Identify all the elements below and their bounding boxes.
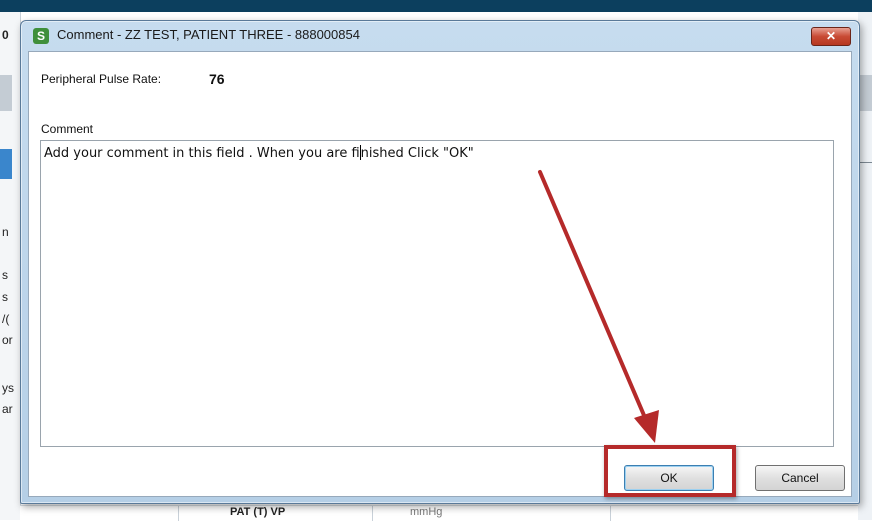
background-left-band [0,75,12,111]
background-fragment: /( [2,312,10,326]
background-cell-divider [178,506,179,521]
background-cell-divider [372,506,373,521]
annotation-highlight-box [604,445,736,497]
comment-dialog: S Comment - ZZ TEST, PATIENT THREE - 888… [20,20,860,504]
comment-text-part: nished Click "OK" [360,146,474,161]
background-right-panel [858,12,872,520]
background-fragment: 0 [2,28,9,42]
comment-label: Comment [41,122,94,136]
background-cell-divider [610,506,611,521]
background-fragment: ar [2,402,13,416]
background-fragment: s [2,268,8,282]
close-button[interactable]: ✕ [811,27,851,46]
background-left-panel [0,12,21,520]
dialog-title: Comment - ZZ TEST, PATIENT THREE - 88800… [57,27,360,42]
background-left-highlight [0,149,12,179]
comment-textarea[interactable]: Add your comment in this field . When yo… [40,140,834,447]
dialog-titlebar[interactable]: S Comment - ZZ TEST, PATIENT THREE - 888… [21,21,859,49]
dialog-content: Peripheral Pulse Rate: 76 Comment Add yo… [28,51,852,497]
background-fragment: n [2,225,9,239]
background-bottom-row: PAT (T) VP mmHg [20,505,858,521]
app-s-icon: S [33,28,49,44]
comment-text-part: Add your comment in this field . When yo… [44,146,360,161]
background-row-label: PAT (T) VP [230,506,286,518]
background-right-line [858,162,872,163]
pulse-rate-value: 76 [209,71,225,87]
background-fragment: or [2,333,13,347]
pulse-rate-label: Peripheral Pulse Rate: [41,72,162,86]
background-row-unit: mmHg [410,506,443,518]
background-right-band [858,75,872,111]
cancel-button[interactable]: Cancel [755,465,845,491]
background-app-topbar [0,0,872,12]
background-fragment: s [2,290,8,304]
background-fragment: ys [2,381,14,395]
